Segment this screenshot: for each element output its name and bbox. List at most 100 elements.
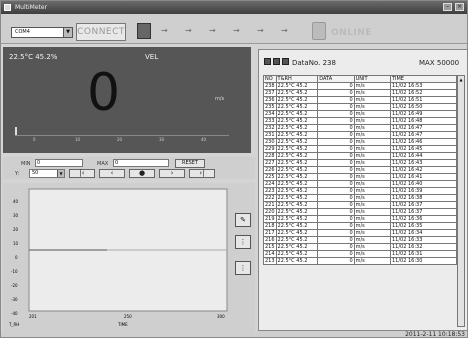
table-cell: m/s	[353, 215, 391, 223]
table-cell: 11/02 16:52	[389, 89, 458, 97]
table-row[interactable]: 216 22.5°C 45.2 0 m/s 11/02 16:33	[263, 236, 458, 244]
table-row[interactable]: 226 22.5°C 45.2 0 m/s 11/02 16:42	[263, 166, 458, 174]
toolbar: COM4 ▼ CONNECT → → → → → → ONLINE	[1, 14, 467, 44]
table-row[interactable]: 228 22.5°C 45.2 0 m/s 11/02 16:44	[263, 152, 458, 160]
zoom-in-icon[interactable]: ⋮	[235, 235, 251, 249]
table-row[interactable]: 234 22.5°C 45.2 0 m/s 11/02 16:49	[263, 110, 458, 118]
table-row[interactable]: 232 22.5°C 45.2 0 m/s 11/02 16:47	[263, 124, 458, 132]
title-bar: MultiMeter – ×	[1, 1, 467, 14]
table-row[interactable]: 223 22.5°C 45.2 0 m/s 11/02 16:39	[263, 187, 458, 195]
table-cell: m/s	[353, 229, 391, 237]
table-cell: 11/02 16:31	[389, 250, 458, 258]
column-header: DATA	[317, 75, 355, 83]
table-row[interactable]: 225 22.5°C 45.2 0 m/s 11/02 16:41	[263, 173, 458, 181]
table-row[interactable]: 229 22.5°C 45.2 0 m/s 11/02 16:45	[263, 145, 458, 153]
table-cell: 11/02 16:41	[389, 173, 458, 181]
data-number: DataNo. 238	[292, 59, 336, 67]
table-cell: 11/02 16:36	[389, 215, 458, 223]
chevron-up-icon[interactable]: ▲	[458, 76, 464, 83]
data-number-label: DataNo.	[292, 59, 321, 67]
table-cell: 236	[263, 96, 277, 104]
table-cell: 0	[317, 257, 355, 265]
table-cell: m/s	[353, 145, 391, 153]
previous-button[interactable]: ‹	[99, 169, 125, 178]
table-cell: 0	[317, 250, 355, 258]
port-select[interactable]: COM4 ▼	[11, 27, 73, 38]
print-icon[interactable]	[282, 58, 289, 65]
y-tick: 30	[13, 213, 19, 218]
table-row[interactable]: 236 22.5°C 45.2 0 m/s 11/02 16:51	[263, 96, 458, 104]
table-cell: m/s	[353, 166, 391, 174]
table-cell: m/s	[353, 236, 391, 244]
zoom-out-icon[interactable]: ⋮	[235, 261, 251, 275]
table-row[interactable]: 213 22.5°C 45.2 0 m/s 11/02 16:30	[263, 257, 458, 265]
table-cell: 11/02 16:46	[389, 138, 458, 146]
table-cell: 22.5°C 45.2	[275, 117, 319, 125]
y-tick: 0	[15, 255, 18, 260]
reset-button[interactable]: RESET	[175, 159, 205, 168]
table-row[interactable]: 233 22.5°C 45.2 0 m/s 11/02 16:48	[263, 117, 458, 125]
y-tick: -10	[11, 269, 18, 274]
data-number-value: 238	[322, 59, 336, 67]
table-row[interactable]: 227 22.5°C 45.2 0 m/s 11/02 16:43	[263, 159, 458, 167]
chevron-down-icon[interactable]: ▼	[63, 28, 72, 37]
max-field[interactable]: 0	[113, 159, 169, 167]
table-cell: m/s	[353, 208, 391, 216]
table-row[interactable]: 222 22.5°C 45.2 0 m/s 11/02 16:38	[263, 194, 458, 202]
last-button[interactable]: ›|	[189, 169, 215, 178]
next-button[interactable]: ›	[159, 169, 185, 178]
table-cell: m/s	[353, 222, 391, 230]
chevron-down-icon[interactable]: ▼	[57, 170, 64, 177]
table-cell: m/s	[353, 103, 391, 111]
table-row[interactable]: 230 22.5°C 45.2 0 m/s 11/02 16:46	[263, 138, 458, 146]
save-icon[interactable]	[273, 58, 280, 65]
table-row[interactable]: 217 22.5°C 45.2 0 m/s 11/02 16:34	[263, 229, 458, 237]
table-cell: 0	[317, 96, 355, 104]
min-label: MIN	[21, 161, 31, 167]
app-icon	[4, 4, 11, 11]
table-cell: 22.5°C 45.2	[275, 257, 319, 265]
table-row[interactable]: 219 22.5°C 45.2 0 m/s 11/02 16:36	[263, 215, 458, 223]
min-field[interactable]: 0	[35, 159, 83, 167]
table-cell: 218	[263, 222, 277, 230]
table-row[interactable]: 214 22.5°C 45.2 0 m/s 11/02 16:31	[263, 250, 458, 258]
table-cell: 233	[263, 117, 277, 125]
online-label: ONLINE	[331, 28, 372, 38]
minimize-icon[interactable]: –	[443, 3, 452, 11]
table-cell: m/s	[353, 82, 391, 90]
table-row[interactable]: 224 22.5°C 45.2 0 m/s 11/02 16:40	[263, 180, 458, 188]
table-row[interactable]: 237 22.5°C 45.2 0 m/s 11/02 16:52	[263, 89, 458, 97]
y-tick: 10	[13, 241, 19, 246]
stop-button[interactable]: ●	[129, 169, 155, 178]
scale-tick: 20	[117, 137, 123, 142]
y-scale-select[interactable]: 50 ▼	[29, 169, 65, 178]
column-header: T&RH	[275, 75, 319, 83]
table-cell: 11/02 16:49	[389, 110, 458, 118]
table-cell: 221	[263, 201, 277, 209]
file-icon[interactable]	[264, 58, 271, 65]
table-cell: 11/02 16:42	[389, 166, 458, 174]
table-row[interactable]: 218 22.5°C 45.2 0 m/s 11/02 16:35	[263, 222, 458, 230]
table-row[interactable]: 215 22.5°C 45.2 0 m/s 11/02 16:32	[263, 243, 458, 251]
table-cell: 219	[263, 215, 277, 223]
meter-display: 22.5°C 45.2% VEL 0 m/s 0 10 20 30 40	[3, 47, 251, 153]
pen-icon[interactable]: ✎	[235, 213, 251, 227]
table-row[interactable]: 235 22.5°C 45.2 0 m/s 11/02 16:50	[263, 103, 458, 111]
close-icon[interactable]: ×	[455, 3, 464, 11]
table-row[interactable]: 220 22.5°C 45.2 0 m/s 11/02 16:37	[263, 208, 458, 216]
table-cell: 22.5°C 45.2	[275, 173, 319, 181]
status-bar: 2011-2-11 10:18:53	[1, 331, 467, 337]
table-row[interactable]: 238 22.5°C 45.2 0 m/s 11/02 16:53	[263, 82, 458, 90]
max-count-label: MAX	[419, 59, 435, 67]
scrollbar[interactable]: ▲	[457, 75, 465, 327]
table-cell: 0	[317, 173, 355, 181]
arrow-right-icon: →	[161, 26, 168, 35]
table-cell: 11/02 16:39	[389, 187, 458, 195]
table-cell: 11/02 16:50	[389, 103, 458, 111]
table-row[interactable]: 221 22.5°C 45.2 0 m/s 11/02 16:37	[263, 201, 458, 209]
first-button[interactable]: |‹	[69, 169, 95, 178]
table-cell: 11/02 16:43	[389, 159, 458, 167]
connect-button[interactable]: CONNECT	[76, 23, 126, 41]
table-cell: 234	[263, 110, 277, 118]
table-row[interactable]: 231 22.5°C 45.2 0 m/s 11/02 16:47	[263, 131, 458, 139]
